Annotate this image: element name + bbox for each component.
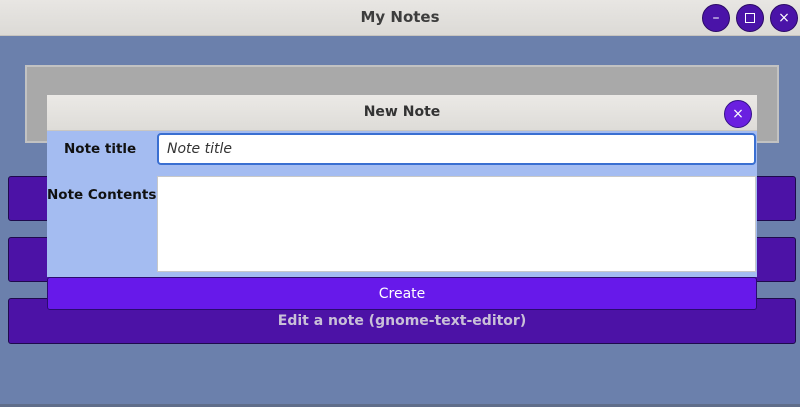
dialog-body: Note title Note Contents xyxy=(47,131,757,277)
window-titlebar: My Notes – × xyxy=(0,0,800,36)
dialog-titlebar: New Note × xyxy=(47,95,757,131)
maximize-button[interactable] xyxy=(736,4,764,32)
minimize-button[interactable]: – xyxy=(702,4,730,32)
note-contents-field[interactable] xyxy=(157,176,756,272)
minimize-icon: – xyxy=(712,10,720,26)
window-title: My Notes xyxy=(360,8,440,26)
create-button[interactable]: Create xyxy=(47,277,757,310)
note-contents-label: Note Contents xyxy=(47,187,157,203)
dialog-close-button[interactable]: × xyxy=(724,100,752,128)
new-note-dialog: New Note × Note title Note Contents Crea… xyxy=(47,95,757,310)
close-window-button[interactable]: × xyxy=(770,4,798,32)
maximize-icon xyxy=(745,13,755,23)
close-icon: × xyxy=(732,106,744,122)
note-title-label: Note title xyxy=(64,141,137,157)
dialog-title: New Note xyxy=(363,104,441,120)
close-icon: × xyxy=(778,10,790,26)
note-title-input[interactable] xyxy=(157,133,756,165)
